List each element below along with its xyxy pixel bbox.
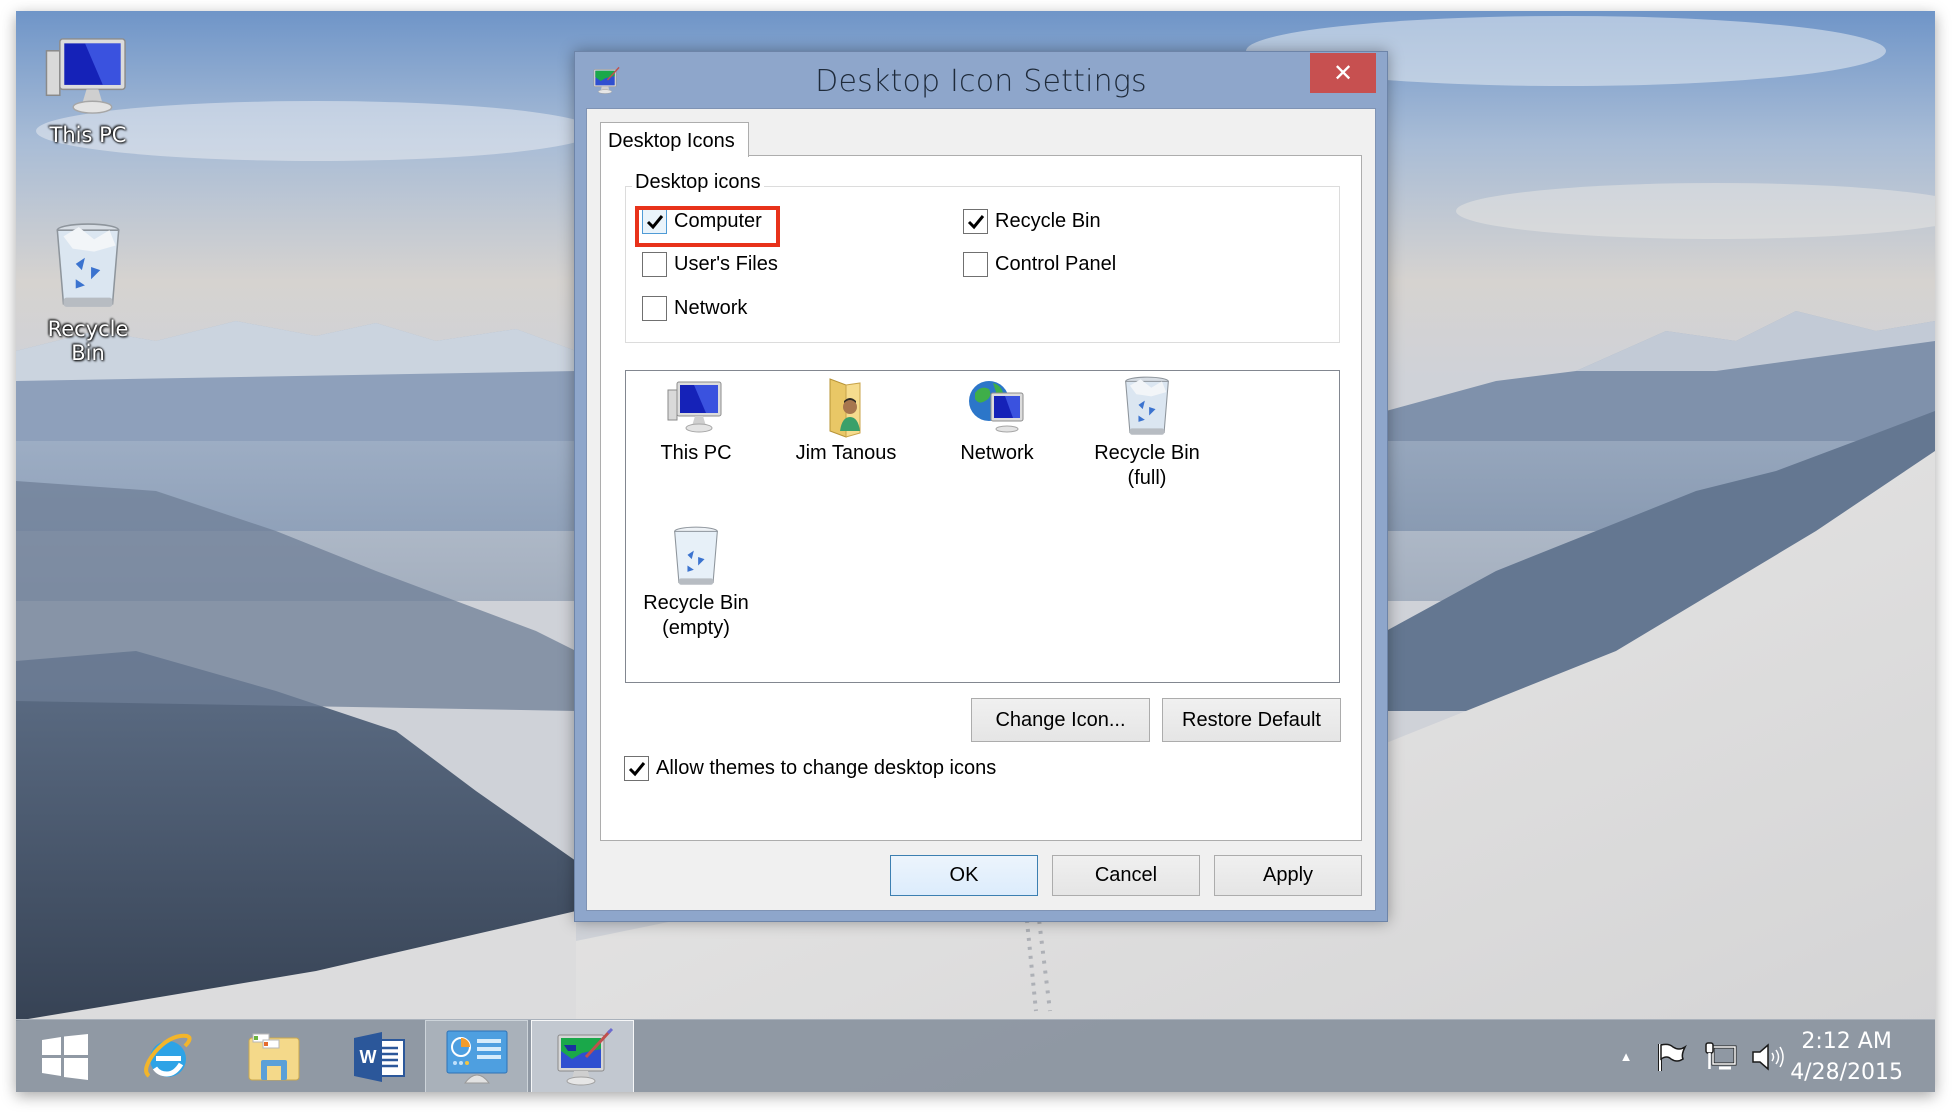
- list-item-label: Recycle Bin (full): [1077, 441, 1217, 491]
- desktop-icon-this-pc[interactable]: This PC: [28, 33, 148, 147]
- list-item-label: Network: [960, 442, 1034, 464]
- taskbar-control-panel[interactable]: [425, 1020, 528, 1092]
- desktop-icon-label: This PC: [49, 123, 127, 147]
- volume-icon: [1752, 1042, 1784, 1071]
- list-item-label-line2: (full): [1127, 467, 1167, 489]
- checkbox-box[interactable]: [642, 252, 667, 277]
- action-center-flag-icon: [1658, 1043, 1687, 1071]
- tray-action-center[interactable]: [1650, 1020, 1692, 1092]
- tab-panel: Desktop icons Computer User's Files Netw…: [600, 155, 1362, 841]
- internet-explorer-icon: [144, 1033, 192, 1078]
- checkbox-label: Computer: [674, 210, 762, 232]
- checkbox-box[interactable]: [963, 209, 988, 234]
- checkbox-network[interactable]: Network: [642, 296, 747, 321]
- checkmark-icon: [628, 761, 645, 776]
- clock[interactable]: 2:12 AM 4/28/2015: [1790, 1026, 1903, 1088]
- tray-volume[interactable]: [1746, 1020, 1790, 1092]
- change-icon-button[interactable]: Change Icon...: [971, 698, 1150, 742]
- checkbox-recycle-bin[interactable]: Recycle Bin: [963, 209, 1101, 234]
- recycle-bin-full-icon: [56, 223, 120, 307]
- checkbox-box[interactable]: [624, 756, 649, 781]
- list-item-network[interactable]: Network: [927, 375, 1067, 466]
- list-item-label-line1: Recycle Bin: [1094, 442, 1200, 464]
- desktop-icon-label: Recycle Bin: [47, 317, 129, 365]
- clock-date: 4/28/2015: [1790, 1060, 1903, 1085]
- checkbox-control-panel[interactable]: Control Panel: [963, 252, 1116, 277]
- cancel-button[interactable]: Cancel: [1052, 855, 1200, 896]
- list-item-recycle-bin-full[interactable]: Recycle Bin (full): [1077, 375, 1217, 491]
- checkbox-box[interactable]: [642, 209, 667, 234]
- tray-network[interactable]: [1698, 1020, 1742, 1092]
- checkbox-label: Allow themes to change desktop icons: [656, 757, 997, 779]
- checkbox-label: Control Panel: [995, 253, 1117, 275]
- list-item-label: This PC: [660, 442, 732, 464]
- apply-button[interactable]: Apply: [1214, 855, 1362, 896]
- checkbox-box[interactable]: [963, 252, 988, 277]
- restore-default-button[interactable]: Restore Default: [1162, 698, 1341, 742]
- desktop-icon-recycle-bin[interactable]: Recycle Bin: [28, 221, 148, 365]
- checkbox-computer[interactable]: Computer: [642, 209, 762, 234]
- windows-logo-icon: [42, 1033, 88, 1080]
- svg-text:W: W: [360, 1047, 377, 1067]
- list-item-recycle-bin-empty[interactable]: Recycle Bin (empty): [626, 525, 766, 641]
- close-button[interactable]: ✕: [1310, 53, 1376, 93]
- checkbox-label: User's Files: [674, 253, 778, 275]
- control-panel-icon: [446, 1030, 507, 1083]
- dialog-client-area: Desktop Icons Desktop icons Computer Use…: [586, 108, 1376, 911]
- taskbar-file-explorer[interactable]: [222, 1020, 326, 1092]
- recycle-bin-full-icon: [1125, 376, 1169, 435]
- file-explorer-icon: [248, 1033, 300, 1080]
- checkbox-allow-themes[interactable]: Allow themes to change desktop icons: [624, 756, 996, 781]
- taskbar-word[interactable]: W: [328, 1020, 432, 1092]
- taskbar-personalization[interactable]: [531, 1020, 634, 1092]
- chevron-up-icon: ▲: [1619, 1049, 1633, 1064]
- clock-time: 2:12 AM: [1801, 1029, 1892, 1054]
- taskbar-internet-explorer[interactable]: [116, 1020, 220, 1092]
- word-icon: W: [354, 1031, 405, 1082]
- group-label: Desktop icons: [632, 171, 764, 194]
- desktop-icons-group: Desktop icons Computer User's Files Netw…: [625, 171, 1340, 343]
- close-icon: ✕: [1332, 59, 1354, 87]
- this-pc-icon: [45, 38, 126, 114]
- network-wired-icon: [1705, 1041, 1737, 1069]
- list-item-label: Jim Tanous: [795, 442, 897, 464]
- ok-button[interactable]: OK: [890, 855, 1038, 896]
- personalization-icon: [557, 1027, 613, 1085]
- checkbox-label: Recycle Bin: [995, 210, 1101, 232]
- checkmark-icon: [646, 214, 663, 229]
- checkbox-users-files[interactable]: User's Files: [642, 252, 778, 277]
- list-item-label: Recycle Bin (empty): [626, 591, 766, 641]
- taskbar: W ▲ 2:12 AM 4/28/2015: [16, 1019, 1935, 1092]
- user-folder-icon: [829, 378, 861, 438]
- show-hidden-icons-button[interactable]: ▲: [1611, 1020, 1641, 1092]
- this-pc-icon: [667, 381, 722, 433]
- network-icon: [969, 381, 1024, 433]
- checkmark-icon: [967, 214, 984, 229]
- desktop-icon-settings-dialog: Desktop Icon Settings ✕ Desktop Icons De…: [574, 51, 1388, 922]
- list-item-label-line1: Recycle Bin: [643, 592, 749, 614]
- recycle-bin-empty-icon: [674, 526, 718, 585]
- checkbox-label: Network: [674, 297, 748, 319]
- icon-list[interactable]: This PC Jim Tanous Network Recycle Bin (…: [625, 370, 1340, 683]
- dialog-title: Desktop Icon Settings: [815, 64, 1147, 99]
- list-item-this-pc[interactable]: This PC: [626, 375, 766, 466]
- checkbox-box[interactable]: [642, 296, 667, 321]
- tab-desktop-icons[interactable]: Desktop Icons: [600, 122, 749, 157]
- list-item-label-line2: (empty): [662, 617, 730, 639]
- list-item-user-files[interactable]: Jim Tanous: [776, 375, 916, 466]
- start-button[interactable]: [16, 1020, 114, 1092]
